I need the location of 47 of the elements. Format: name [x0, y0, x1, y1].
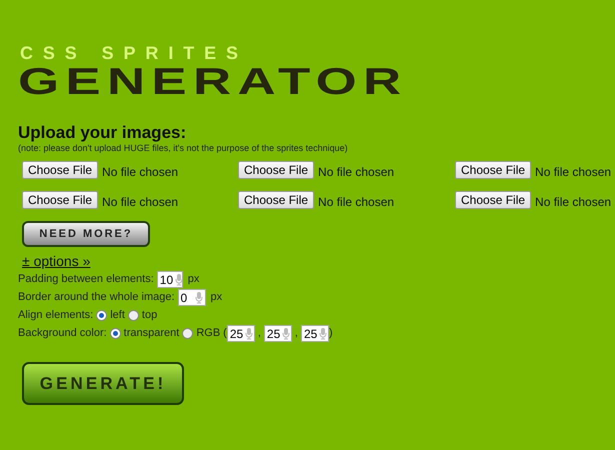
bracket: (: [223, 326, 227, 342]
options-link[interactable]: ± options »: [22, 254, 90, 268]
microphone-icon: [282, 328, 290, 340]
radio-label: RGB: [196, 326, 220, 342]
file-status: No file chosen: [102, 194, 178, 211]
option-label: Background color:: [18, 326, 107, 342]
radio-button[interactable]: [128, 310, 139, 321]
microphone-icon: [175, 274, 184, 286]
need-more-button[interactable]: NEED MORE?: [22, 221, 150, 247]
radio-label: left: [110, 308, 125, 324]
unit-label: px: [210, 290, 222, 306]
file-status: No file chosen: [535, 164, 612, 181]
microphone-icon: [245, 328, 254, 340]
option-label: Border around the whole image:: [18, 290, 175, 306]
comma: ,: [294, 326, 298, 342]
number-field[interactable]: 25: [300, 325, 329, 342]
number-field[interactable]: 25: [226, 325, 255, 342]
file-status: No file chosen: [102, 164, 178, 181]
radio-button[interactable]: [182, 328, 194, 339]
choose-file-button[interactable]: Choose File: [22, 191, 98, 209]
microphone-icon: [194, 292, 203, 304]
choose-file-button[interactable]: Choose File: [22, 161, 98, 179]
number-field[interactable]: 10: [156, 271, 183, 288]
choose-file-button[interactable]: Choose File: [238, 191, 314, 209]
radio-button[interactable]: [110, 328, 121, 339]
choose-file-button[interactable]: Choose File: [238, 161, 314, 179]
radio-label: top: [142, 308, 158, 324]
choose-file-button[interactable]: Choose File: [455, 191, 532, 209]
note: (note: please don't upload HUGE files, it's not the purpose of the sprites technique): [18, 144, 349, 153]
file-status: No file chosen: [318, 194, 394, 211]
unit-label: px: [188, 272, 200, 288]
heading: Upload your images:: [18, 124, 188, 141]
microphone-icon: [319, 328, 328, 340]
comma: ,: [258, 326, 261, 342]
number-field[interactable]: 25: [264, 325, 292, 342]
choose-file-button[interactable]: Choose File: [455, 161, 532, 179]
number-field[interactable]: 0: [178, 289, 206, 306]
option-label: Align elements:: [18, 308, 94, 324]
file-status: No file chosen: [535, 194, 612, 211]
generate-button[interactable]: GENERATE!: [22, 362, 184, 405]
subtitle: CSS SPRITES: [20, 44, 249, 62]
radio-button[interactable]: [96, 310, 108, 321]
bracket: ): [328, 326, 333, 342]
radio-label: transparent: [124, 326, 180, 342]
title: GENERATOR: [18, 63, 409, 101]
file-status: No file chosen: [318, 164, 394, 181]
option-label: Padding between elements:: [18, 272, 154, 288]
